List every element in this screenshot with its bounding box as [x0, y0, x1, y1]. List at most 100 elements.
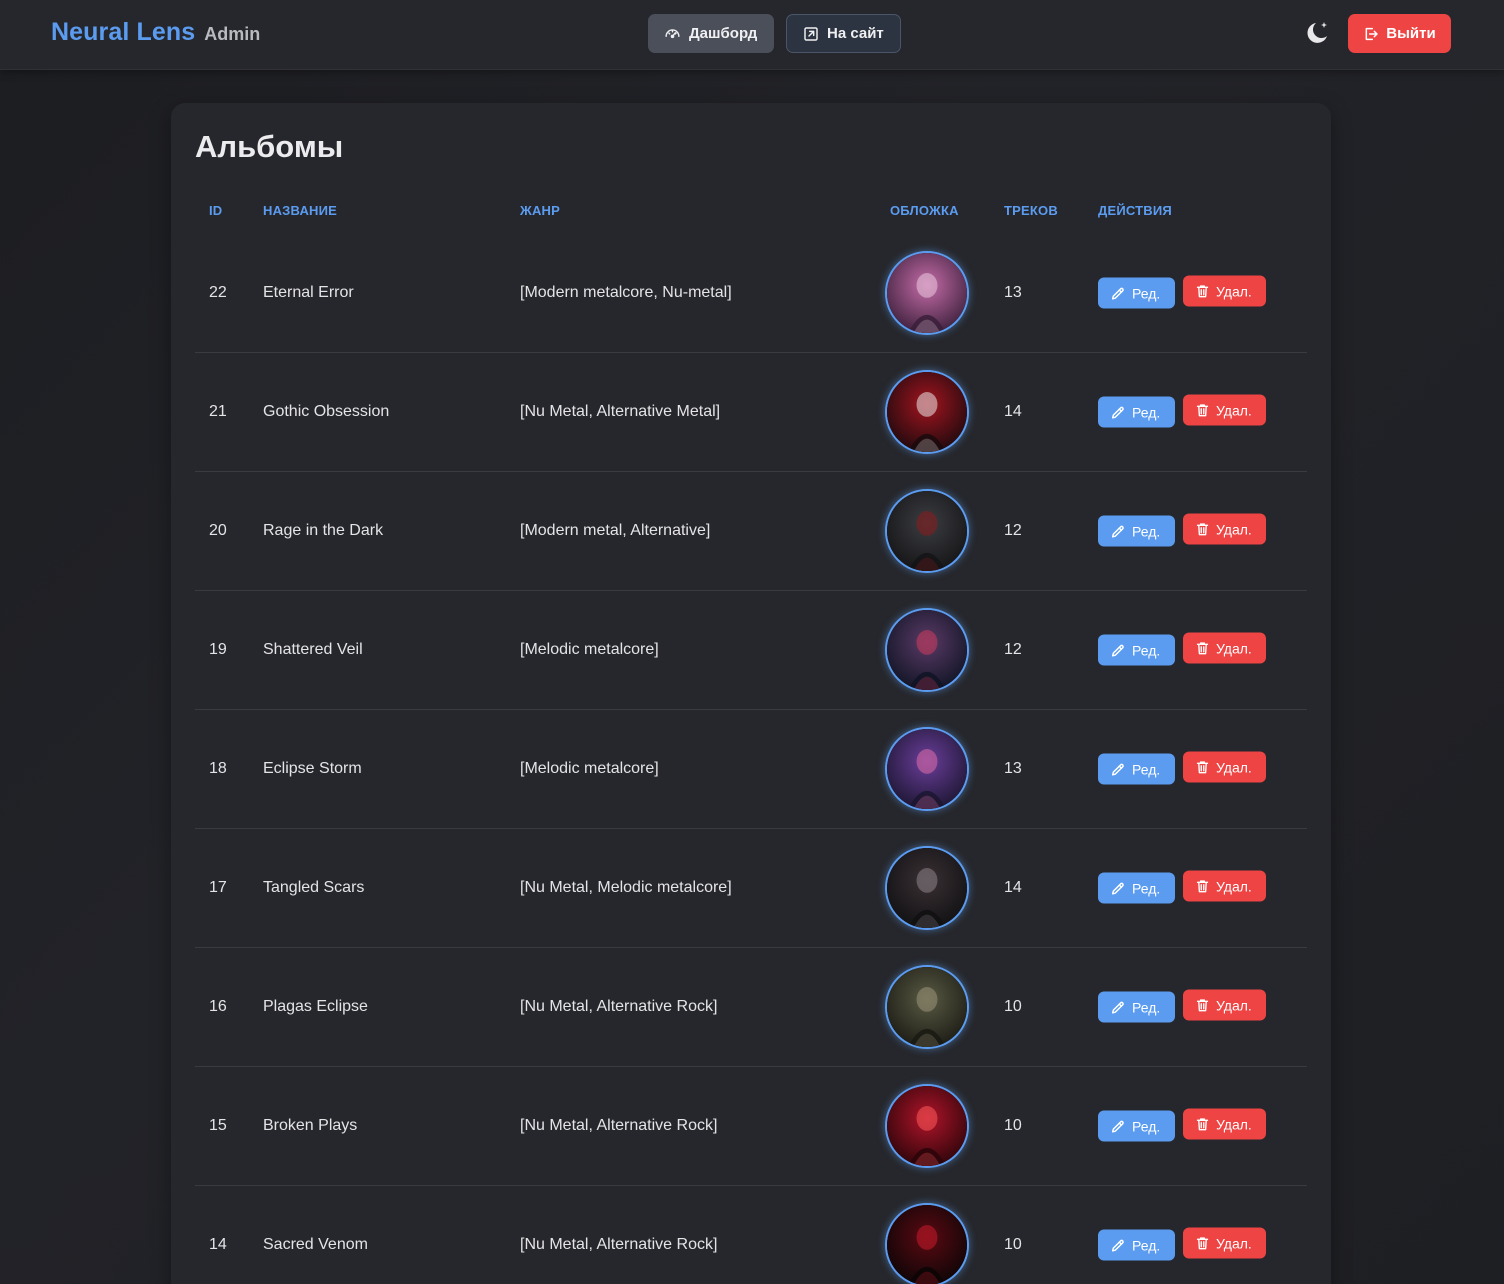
table-row: 21 Gothic Obsession [Nu Metal, Alternati… [195, 353, 1307, 472]
trash-icon [1196, 285, 1209, 298]
album-cover-image [885, 370, 969, 454]
edit-button[interactable]: Ред. [1098, 872, 1175, 904]
album-genre: [Nu Metal, Alternative Rock] [520, 998, 718, 1015]
page-title: Альбомы [195, 129, 344, 164]
pencil-icon [1111, 1120, 1124, 1133]
moon-stars-icon [1307, 22, 1327, 43]
delete-button[interactable]: Удал. [1183, 1108, 1266, 1140]
delete-button[interactable]: Удал. [1183, 632, 1266, 664]
album-genre: [Nu Metal, Alternative Metal] [520, 403, 721, 420]
pencil-icon [1111, 763, 1124, 776]
delete-button[interactable]: Удал. [1183, 513, 1266, 545]
edit-button[interactable]: Ред. [1098, 1110, 1175, 1142]
brand-name: Neural Lens [51, 18, 196, 46]
album-id: 16 [209, 998, 227, 1015]
table-row: 17 Tangled Scars [Nu Metal, Melodic meta… [195, 829, 1307, 948]
delete-button[interactable]: Удал. [1183, 1227, 1266, 1259]
edit-label: Ред. [1132, 880, 1161, 896]
edit-button[interactable]: Ред. [1098, 515, 1175, 547]
table-row: 14 Sacred Venom [Nu Metal, Alternative R… [195, 1186, 1307, 1284]
album-genre: [Nu Metal, Alternative Rock] [520, 1117, 718, 1134]
edit-button[interactable]: Ред. [1098, 396, 1175, 428]
cover-art-icon [887, 253, 967, 333]
brand-sub: Admin [204, 24, 261, 44]
delete-button[interactable]: Удал. [1183, 870, 1266, 902]
album-name: Rage in the Dark [263, 522, 384, 539]
delete-label: Удал. [1216, 997, 1252, 1013]
trash-icon [1196, 999, 1209, 1012]
album-name: Eternal Error [263, 284, 354, 301]
album-name: Plagas Eclipse [263, 998, 368, 1015]
delete-button[interactable]: Удал. [1183, 989, 1266, 1021]
album-cover-image [885, 608, 969, 692]
edit-button[interactable]: Ред. [1098, 277, 1175, 309]
to-site-button[interactable]: На сайт [786, 14, 901, 53]
album-cover-image [885, 846, 969, 930]
album-genre: [Nu Metal, Melodic metalcore] [520, 879, 732, 896]
cover-art-icon [887, 1205, 967, 1284]
cover-art-icon [887, 491, 967, 571]
cover-art-icon [887, 372, 967, 452]
table-row: 18 Eclipse Storm [Melodic metalcore] 13 … [195, 710, 1307, 829]
album-genre: [Melodic metalcore] [520, 760, 659, 777]
delete-label: Удал. [1216, 759, 1252, 775]
header-genre: ЖАНР [520, 203, 560, 218]
edit-button[interactable]: Ред. [1098, 753, 1175, 785]
header-id: ID [209, 203, 223, 218]
edit-button[interactable]: Ред. [1098, 991, 1175, 1023]
pencil-icon [1111, 1001, 1124, 1014]
album-id: 22 [209, 284, 227, 301]
album-cover-image [885, 489, 969, 573]
external-link-icon [804, 26, 818, 41]
album-name: Gothic Obsession [263, 403, 390, 420]
trash-icon [1196, 404, 1209, 417]
album-id: 14 [209, 1236, 227, 1253]
gauge-icon [665, 29, 680, 39]
row-actions: Ред. Удал. [1098, 275, 1266, 309]
edit-label: Ред. [1132, 642, 1161, 658]
delete-label: Удал. [1216, 1235, 1252, 1251]
album-genre: [Melodic metalcore] [520, 641, 659, 658]
pencil-icon [1111, 882, 1124, 895]
albums-card: Альбомы ID НАЗВАНИЕ ЖАНР ОБЛОЖКА ТРЕКОВ … [171, 103, 1331, 1284]
cover-art-icon [887, 848, 967, 928]
pencil-icon [1111, 525, 1124, 538]
row-actions: Ред. Удал. [1098, 870, 1266, 904]
logout-button[interactable]: Выйти [1348, 14, 1451, 53]
table-header: ID НАЗВАНИЕ ЖАНР ОБЛОЖКА ТРЕКОВ ДЕЙСТВИЯ [195, 203, 1307, 223]
brand[interactable]: Neural Lens Admin [51, 18, 260, 47]
dashboard-button[interactable]: Дашборд [648, 14, 774, 53]
delete-label: Удал. [1216, 521, 1252, 537]
edit-button[interactable]: Ред. [1098, 1229, 1175, 1261]
trash-icon [1196, 880, 1209, 893]
row-actions: Ред. Удал. [1098, 394, 1266, 428]
delete-button[interactable]: Удал. [1183, 394, 1266, 426]
edit-label: Ред. [1132, 761, 1161, 777]
album-name: Broken Plays [263, 1117, 358, 1134]
album-track-count: 12 [1004, 522, 1022, 539]
album-id: 15 [209, 1117, 227, 1134]
row-actions: Ред. Удал. [1098, 632, 1266, 666]
row-actions: Ред. Удал. [1098, 751, 1266, 785]
logout-label: Выйти [1386, 25, 1436, 42]
album-cover-image [885, 1084, 969, 1168]
album-name: Sacred Venom [263, 1236, 368, 1253]
album-id: 20 [209, 522, 227, 539]
album-id: 21 [209, 403, 227, 420]
edit-label: Ред. [1132, 404, 1161, 420]
delete-label: Удал. [1216, 640, 1252, 656]
header-actions: ДЕЙСТВИЯ [1098, 203, 1172, 218]
delete-button[interactable]: Удал. [1183, 275, 1266, 307]
delete-button[interactable]: Удал. [1183, 751, 1266, 783]
album-track-count: 14 [1004, 403, 1022, 420]
theme-toggle-button[interactable] [1303, 19, 1331, 47]
pencil-icon [1111, 644, 1124, 657]
table-row: 16 Plagas Eclipse [Nu Metal, Alternative… [195, 948, 1307, 1067]
cover-art-icon [887, 610, 967, 690]
albums-table-body: 22 Eternal Error [Modern metalcore, Nu-m… [195, 234, 1307, 1284]
pencil-icon [1111, 1239, 1124, 1252]
edit-button[interactable]: Ред. [1098, 634, 1175, 666]
album-track-count: 13 [1004, 760, 1022, 777]
delete-label: Удал. [1216, 1116, 1252, 1132]
header-tracks: ТРЕКОВ [1004, 203, 1058, 218]
